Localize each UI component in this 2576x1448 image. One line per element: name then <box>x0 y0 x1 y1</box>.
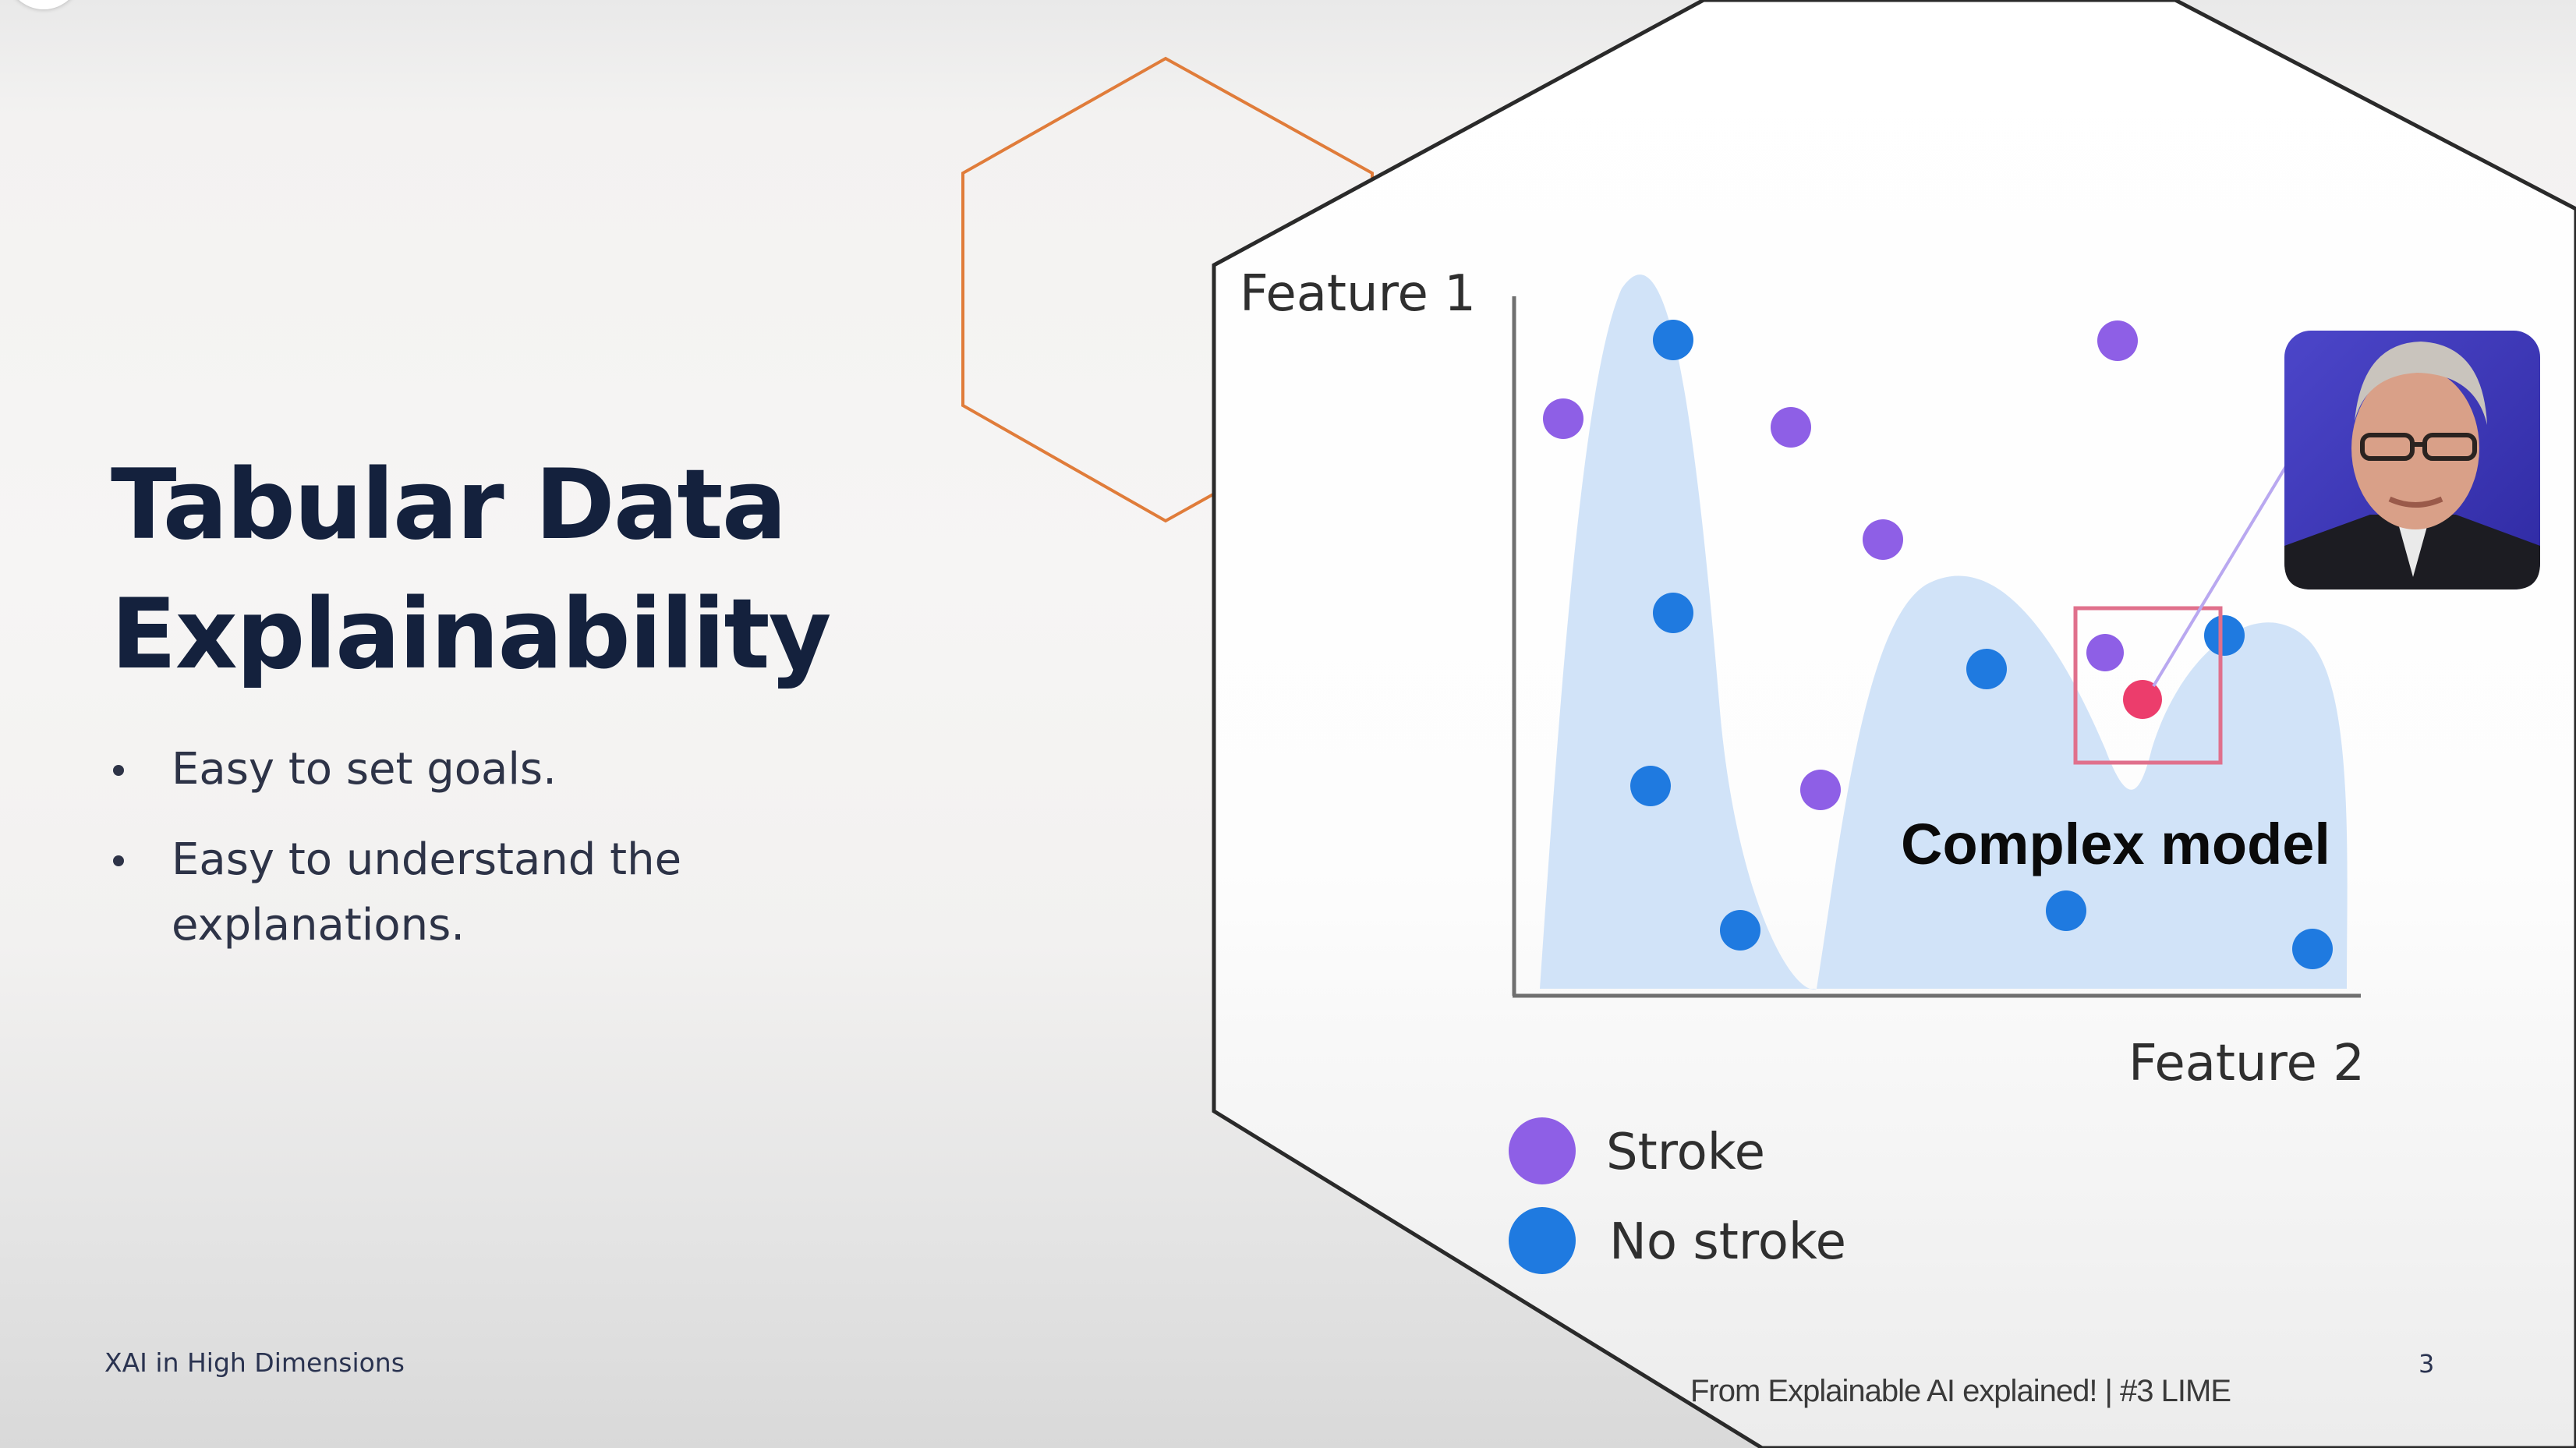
legend-no-stroke-label: No stroke <box>1609 1213 1846 1271</box>
footer-source-credit: From Explainable AI explained! | #3 LIME <box>1690 1374 2231 1408</box>
stroke-point <box>1771 407 1811 448</box>
stroke-point <box>1543 398 1583 439</box>
no-stroke-point <box>2046 890 2086 931</box>
stroke-point <box>2086 634 2124 671</box>
bullet-item: Easy to understand the explanations. <box>109 827 811 958</box>
no-stroke-point <box>1653 593 1693 633</box>
figure-canvas: Feature 1 Feature 2 Complex model Stroke… <box>961 0 2576 1448</box>
y-axis-label: Feature 1 <box>1240 265 1476 323</box>
slide: Feature 1 Feature 2 Complex model Stroke… <box>0 0 2576 1448</box>
presenter-photo <box>2284 331 2540 589</box>
no-stroke-point <box>2292 929 2333 969</box>
slide-number: 3 <box>2419 1349 2435 1379</box>
legend-no-stroke-swatch <box>1509 1207 1576 1274</box>
legend-stroke-label: Stroke <box>1606 1124 1765 1181</box>
bullet-item: Easy to set goals. <box>109 737 811 802</box>
instance-point <box>2123 680 2162 719</box>
no-stroke-point <box>2204 615 2245 656</box>
footer-deck-title: XAI in High Dimensions <box>104 1347 405 1378</box>
title-line-1: Tabular Data <box>111 449 787 561</box>
stroke-point <box>2097 320 2138 361</box>
x-axis-label: Feature 2 <box>2128 1035 2365 1092</box>
no-stroke-point <box>1653 320 1693 360</box>
slide-title: Tabular Data Explainability <box>111 441 890 699</box>
complex-model-label: Complex model <box>1901 812 2330 876</box>
no-stroke-point <box>1720 910 1760 951</box>
stroke-point <box>1863 519 1903 560</box>
legend-stroke-swatch <box>1509 1117 1576 1184</box>
stroke-point <box>1800 770 1841 810</box>
bullet-list: Easy to set goals. Easy to understand th… <box>109 737 811 983</box>
title-line-2: Explainability <box>111 579 831 691</box>
no-stroke-point <box>1630 766 1671 806</box>
no-stroke-point <box>1966 649 2007 689</box>
